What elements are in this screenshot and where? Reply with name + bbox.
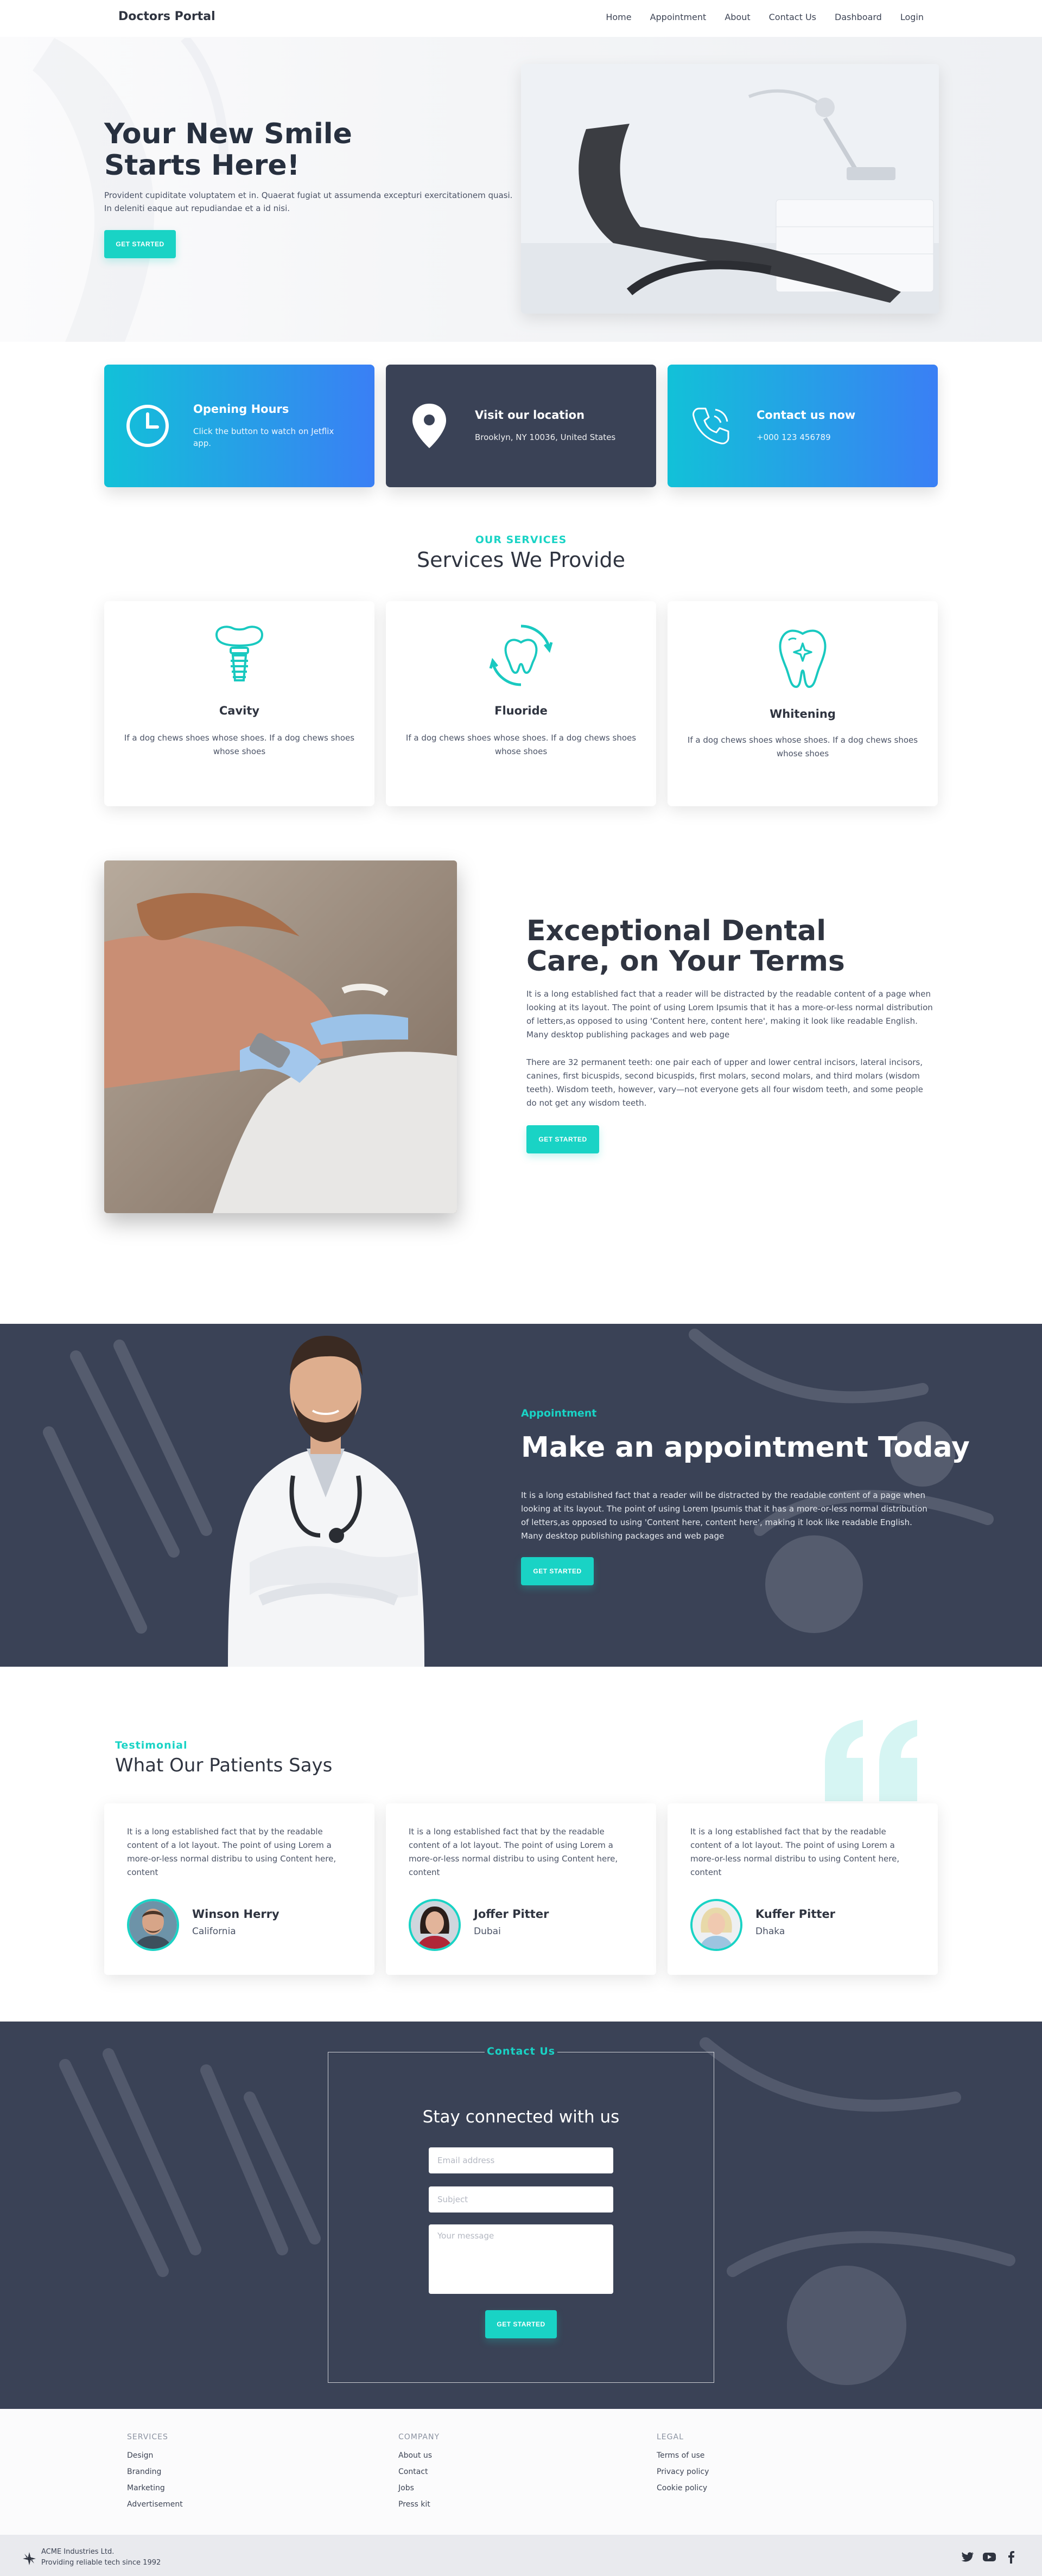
info-card-title: Visit our location bbox=[475, 409, 585, 422]
footer-link-branding[interactable]: Branding bbox=[127, 2467, 161, 2476]
service-name: Fluoride bbox=[494, 704, 548, 717]
avatar bbox=[690, 1899, 742, 1951]
footer-company-name: ACME Industries Ltd. bbox=[41, 2548, 115, 2556]
footer-bottom-bar bbox=[0, 2535, 1042, 2576]
service-description: If a dog chews shoes whose shoes. If a d… bbox=[124, 733, 355, 756]
subject-field[interactable] bbox=[429, 2186, 613, 2212]
hero-title: Your New Smile Starts Here! bbox=[104, 118, 352, 182]
appointment-kicker: Appointment bbox=[521, 1407, 597, 1419]
testimonial-text: It is a long established fact that by th… bbox=[690, 1827, 900, 1877]
hero-dental-chair-image bbox=[521, 64, 939, 314]
testimonial-name: Winson Herry bbox=[192, 1908, 279, 1921]
hero-get-started-button[interactable]: GET STARTED bbox=[104, 230, 176, 258]
services-title: Services We Provide bbox=[417, 548, 625, 572]
service-description: If a dog chews shoes whose shoes. If a d… bbox=[405, 733, 637, 756]
service-description: If a dog chews shoes whose shoes. If a d… bbox=[687, 735, 918, 758]
appointment-description: It is a long established fact that a rea… bbox=[521, 1490, 927, 1541]
twitter-icon[interactable] bbox=[961, 2550, 975, 2564]
email-field[interactable] bbox=[429, 2147, 613, 2173]
service-name: Whitening bbox=[770, 707, 836, 720]
exceptional-care-paragraph-1: It is a long established fact that a rea… bbox=[526, 989, 933, 1040]
testimonial-text: It is a long established fact that by th… bbox=[127, 1827, 336, 1877]
footer-link-contact[interactable]: Contact bbox=[398, 2467, 428, 2476]
message-field[interactable] bbox=[429, 2224, 613, 2294]
info-card-text: Brooklyn, NY 10036, United States bbox=[475, 432, 616, 442]
footer-tagline: Providing reliable tech since 1992 bbox=[41, 2559, 161, 2567]
service-card-whitening[interactable]: Whitening If a dog chews shoes whose sho… bbox=[668, 601, 938, 806]
appointment-get-started-button[interactable]: GET STARTED bbox=[521, 1557, 594, 1585]
testimonial-card: It is a long established fact that by th… bbox=[104, 1803, 374, 1975]
footer-link-privacy[interactable]: Privacy policy bbox=[657, 2467, 709, 2476]
testimonial-title: What Our Patients Says bbox=[115, 1755, 333, 1776]
service-card-cavity[interactable]: Cavity If a dog chews shoes whose shoes.… bbox=[104, 601, 374, 806]
clock-icon bbox=[120, 399, 175, 453]
testimonial-card: It is a long established fact that by th… bbox=[386, 1803, 656, 1975]
testimonial-card: It is a long established fact that by th… bbox=[668, 1803, 938, 1975]
footer-link-press-kit[interactable]: Press kit bbox=[398, 2500, 430, 2509]
footer-link-design[interactable]: Design bbox=[127, 2451, 153, 2460]
info-card-text: Click the button to watch on Jetflix app… bbox=[193, 426, 334, 448]
avatar bbox=[409, 1899, 461, 1951]
footer-link-jobs[interactable]: Jobs bbox=[398, 2484, 414, 2492]
company-logo-icon bbox=[23, 2552, 36, 2565]
avatar bbox=[127, 1899, 179, 1951]
testimonial-name: Joffer Pitter bbox=[474, 1908, 549, 1921]
exceptional-care-title: Exceptional Dental Care, on Your Terms bbox=[526, 915, 845, 978]
testimonial-text: It is a long established fact that by th… bbox=[409, 1827, 618, 1877]
quote-mark-icon bbox=[825, 1720, 917, 1801]
info-card-title: Contact us now bbox=[757, 409, 856, 422]
footer-link-advertisement[interactable]: Advertisement bbox=[127, 2500, 183, 2509]
testimonial-location: California bbox=[192, 1926, 236, 1937]
services-kicker: OUR SERVICES bbox=[475, 534, 567, 546]
page: Doctors Portal Home Appointment About Co… bbox=[0, 0, 1042, 2576]
tooth-sparkle-icon bbox=[779, 629, 827, 688]
phone-icon bbox=[684, 399, 738, 453]
nav-link-dashboard[interactable]: Dashboard bbox=[835, 12, 882, 22]
info-card-text: +000 123 456789 bbox=[757, 432, 831, 442]
service-name: Cavity bbox=[219, 704, 260, 717]
exceptional-care-paragraph-2: There are 32 permanent teeth: one pair e… bbox=[526, 1057, 923, 1108]
contact-submit-button[interactable]: GET STARTED bbox=[485, 2310, 557, 2338]
youtube-icon[interactable] bbox=[982, 2550, 996, 2564]
footer-heading-legal: LEGAL bbox=[657, 2433, 684, 2441]
nav-link-appointment[interactable]: Appointment bbox=[650, 12, 707, 22]
tooth-refresh-icon bbox=[489, 624, 553, 686]
footer-link-cookie[interactable]: Cookie policy bbox=[657, 2484, 707, 2492]
exceptional-get-started-button[interactable]: GET STARTED bbox=[526, 1125, 599, 1153]
testimonial-kicker: Testimonial bbox=[115, 1739, 188, 1751]
footer-heading-company: COMPANY bbox=[398, 2433, 440, 2441]
facebook-icon[interactable] bbox=[1004, 2550, 1018, 2564]
service-card-fluoride[interactable]: Fluoride If a dog chews shoes whose shoe… bbox=[386, 601, 656, 806]
footer-heading-services: SERVICES bbox=[127, 2433, 168, 2441]
testimonial-location: Dubai bbox=[474, 1926, 501, 1937]
hero-description: Provident cupiditate voluptatem et in. Q… bbox=[104, 190, 513, 213]
testimonial-name: Kuffer Pitter bbox=[755, 1908, 836, 1921]
dental-exam-photo bbox=[104, 860, 457, 1213]
footer-link-about-us[interactable]: About us bbox=[398, 2451, 432, 2460]
info-card-contact[interactable]: Contact us now +000 123 456789 bbox=[668, 365, 938, 487]
navbar: Doctors Portal Home Appointment About Co… bbox=[0, 0, 1042, 37]
map-pin-icon bbox=[402, 399, 456, 453]
nav-link-contact[interactable]: Contact Us bbox=[769, 12, 816, 22]
tooth-implant-icon bbox=[215, 626, 264, 681]
testimonial-location: Dhaka bbox=[755, 1926, 785, 1937]
info-card-opening-hours[interactable]: Opening Hours Click the button to watch … bbox=[104, 365, 374, 487]
nav-link-home[interactable]: Home bbox=[606, 12, 631, 22]
appointment-title: Make an appointment Today bbox=[521, 1431, 970, 1464]
nav-link-login[interactable]: Login bbox=[900, 12, 924, 22]
nav-menu: Home Appointment About Contact Us Dashbo… bbox=[606, 12, 924, 22]
footer-link-terms[interactable]: Terms of use bbox=[657, 2451, 704, 2460]
brand-logo[interactable]: Doctors Portal bbox=[118, 10, 215, 23]
footer-link-marketing[interactable]: Marketing bbox=[127, 2484, 165, 2492]
contact-title: Stay connected with us bbox=[422, 2107, 620, 2127]
contact-kicker: Contact Us bbox=[0, 2045, 1042, 2057]
info-card-location[interactable]: Visit our location Brooklyn, NY 10036, U… bbox=[386, 365, 656, 487]
nav-link-about[interactable]: About bbox=[725, 12, 750, 22]
info-card-title: Opening Hours bbox=[193, 403, 289, 416]
doctor-portrait-image bbox=[228, 1336, 424, 1667]
